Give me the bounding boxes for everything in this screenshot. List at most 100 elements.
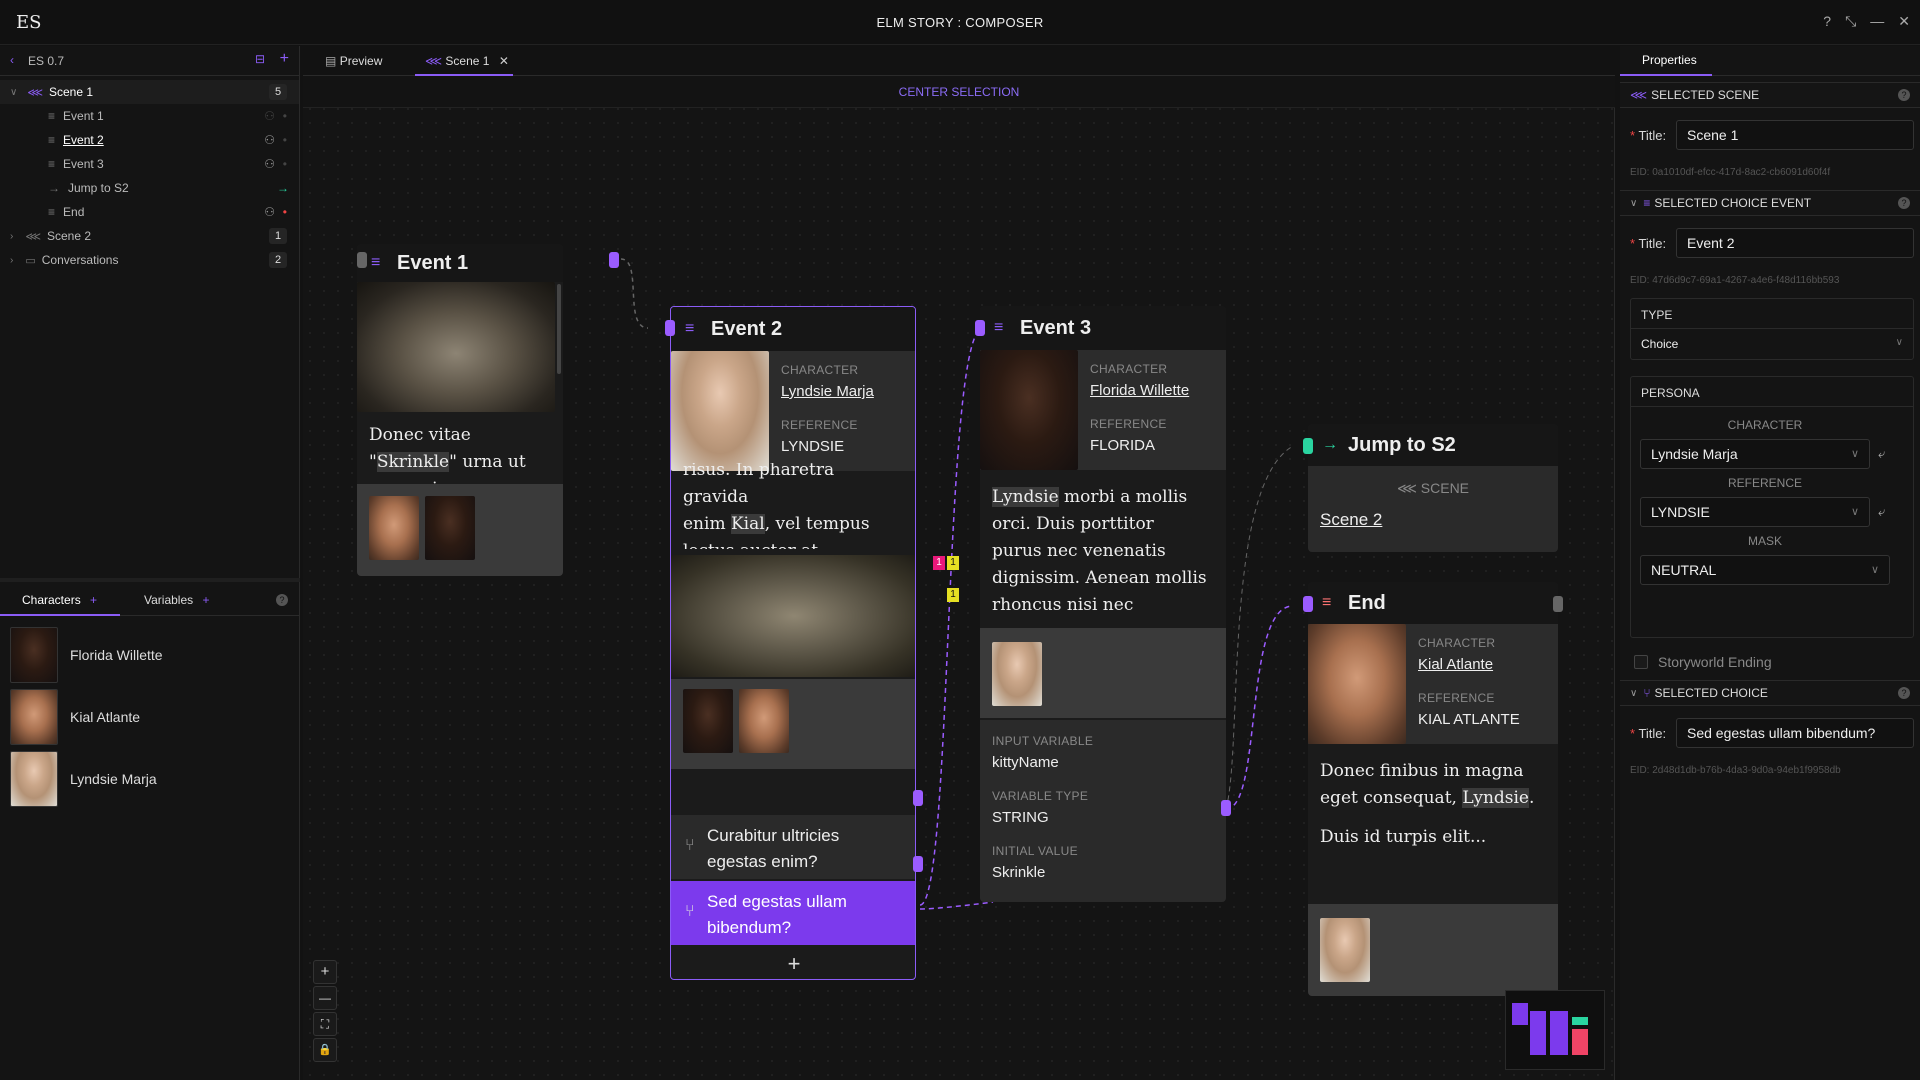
fullscreen-icon[interactable]: ⤡ [1845,13,1856,30]
help-icon[interactable]: ? [1898,89,1910,101]
collapse-icon[interactable]: ⊟ [255,52,265,66]
event-text: Donec finibus in magna eget consequat, L… [1308,750,1554,859]
node-header[interactable]: ≡ Event 2 [671,307,915,351]
help-icon[interactable]: ? [1898,197,1910,209]
tree-item-event-3[interactable]: ≡ Event 3 • ⚇ [0,152,299,176]
chevron-down-icon: ∨ [1870,564,1879,576]
initial-value-label: INITIAL VALUE [992,844,1078,858]
character-item[interactable]: Lyndsie Marja [0,748,300,810]
tab-characters[interactable]: Characters + [0,584,120,616]
chevron-down-icon: ∨ [10,86,18,98]
event-title-input[interactable]: Event 2 [1676,228,1914,258]
lock-button[interactable]: 🔒 [313,1038,337,1062]
reset-icon[interactable]: ⤶ [1878,504,1885,520]
close-window-icon[interactable]: ✕ [1898,13,1910,30]
tree-item-end[interactable]: ≡ End • ⚇ [0,200,299,224]
help-icon[interactable]: ? [1823,13,1831,30]
scene-icon: ⋘ [1630,88,1648,102]
tree-item-event-2[interactable]: ≡ Event 2 • ⚇ [0,128,299,152]
tree-item-jump[interactable]: → Jump to S2 → [0,176,299,200]
avatar [739,689,789,753]
tree-item-event-1[interactable]: ≡ Event 1 • ⚇ [0,104,299,128]
choice-item-selected[interactable]: ⑂ Sed egestas ullam bibendum? [671,881,915,945]
zoom-in-button[interactable]: + [313,960,337,984]
end-node[interactable]: ≡ End CHARACTER Kial Atlante REFERENCE K… [1308,582,1558,996]
output-port[interactable] [609,252,619,268]
character-select[interactable]: Lyndsie Marja ∨ [1640,439,1870,469]
event-1-node[interactable]: ≡ Event 1 Donec vitae "Skrinkle" urna ut… [357,244,563,576]
add-icon[interactable]: + [280,50,289,68]
reference-value: KIAL ATLANTE [1418,711,1520,728]
composer-canvas[interactable]: ▤ Preview ⋘ Scene 1 ✕ CENTER SELECTION ≡… [303,46,1615,1080]
character-item[interactable]: Florida Willette [0,624,300,686]
choice-item[interactable]: ⑂ Curabitur ultricies egestas enim? [671,815,915,879]
person-icon: ⚇ [264,157,275,171]
condition-badge[interactable]: 1 [933,556,945,570]
node-header[interactable]: ≡ Event 1 [357,244,563,282]
jump-scene-link[interactable]: Scene 2 [1320,510,1382,530]
zoom-out-button[interactable]: — [313,986,337,1010]
reference-select[interactable]: LYNDSIE ∨ [1640,497,1870,527]
fit-view-button[interactable]: ⛶ [313,1012,337,1036]
input-port[interactable] [975,320,985,336]
character-item[interactable]: Kial Atlante [0,686,300,748]
selected-choice-header[interactable]: ∨ ⑂ SELECTED CHOICE ? [1620,680,1920,706]
back-icon[interactable]: ‹ [10,53,14,67]
scrollbar[interactable] [557,284,561,374]
input-port[interactable] [665,320,675,336]
tree-item-scene-2[interactable]: › ⋘ Scene 2 1 [0,224,299,248]
character-label: CHARACTER [1090,362,1168,376]
scene-label: SCENE [1420,480,1470,496]
jump-node[interactable]: → Jump to S2 ⋘ SCENE Scene 2 [1308,424,1558,552]
add-variable-icon[interactable]: + [202,593,209,607]
effect-badge[interactable]: 1 [947,556,959,570]
chevron-right-icon: › [10,230,14,242]
panel-splitter[interactable] [0,578,300,582]
scene-title-input[interactable]: Scene 1 [1676,120,1914,150]
minimap[interactable] [1505,990,1605,1070]
tree-item-conversations[interactable]: › ▭ Conversations 2 [0,248,299,272]
event-icon: ≡ [48,205,56,219]
tab-variables[interactable]: Variables + [132,584,232,616]
input-port[interactable] [1303,596,1313,612]
help-icon[interactable]: ? [1898,687,1910,699]
input-port[interactable] [1303,438,1313,454]
minimize-icon[interactable]: — [1870,13,1884,30]
node-header[interactable]: ≡ Event 3 [980,306,1226,350]
selected-choice-event-header[interactable]: ∨ ≡ SELECTED CHOICE EVENT ? [1620,190,1920,216]
character-name[interactable]: Kial Atlante [1418,656,1520,673]
help-icon[interactable]: ? [276,594,288,606]
choice-output-port[interactable] [913,856,923,872]
add-choice-button[interactable]: + [671,947,915,979]
type-select[interactable]: Choice ∨ [1631,329,1913,359]
add-character-icon[interactable]: + [90,593,97,607]
chevron-down-icon: ∨ [1630,687,1638,699]
mask-select[interactable]: NEUTRAL ∨ [1640,555,1890,585]
character-label: CHARACTER [781,363,859,377]
dot-icon: • [282,133,287,147]
variable-highlight: Lyndsie [992,487,1059,507]
character-name[interactable]: Florida Willette [1090,382,1189,399]
node-header[interactable]: ≡ End [1308,582,1558,624]
choice-output-port[interactable] [913,790,923,806]
node-header[interactable]: → Jump to S2 [1308,424,1558,466]
dot-icon: • [282,109,287,123]
scene-icon: ⋘ [25,230,41,243]
effect-badge[interactable]: 1 [947,588,959,602]
event-3-node[interactable]: ≡ Event 3 CHARACTER Florida Willette REF… [980,306,1226,902]
tab-properties[interactable]: Properties [1620,46,1712,76]
event-2-node[interactable]: ≡ Event 2 CHARACTER Lyndsie Marja REFERE… [670,306,916,980]
tree-item-scene-1[interactable]: ∨ ⋘ Scene 1 5 [0,80,299,104]
choice-title-input[interactable]: Sed egestas ullam bibendum? [1676,718,1914,748]
reset-icon[interactable]: ⤶ [1878,446,1885,462]
branch-icon: ⑂ [685,837,695,854]
storyworld-ending-checkbox[interactable]: Storyworld Ending [1634,654,1772,670]
dot-icon: • [282,157,287,171]
output-port[interactable] [1221,800,1231,816]
checkbox[interactable] [1634,655,1648,669]
tab-label: Characters [22,593,81,607]
input-port[interactable] [357,252,367,268]
event-icon: ≡ [48,109,56,123]
character-name[interactable]: Lyndsie Marja [781,383,874,400]
output-port[interactable] [1553,596,1563,612]
